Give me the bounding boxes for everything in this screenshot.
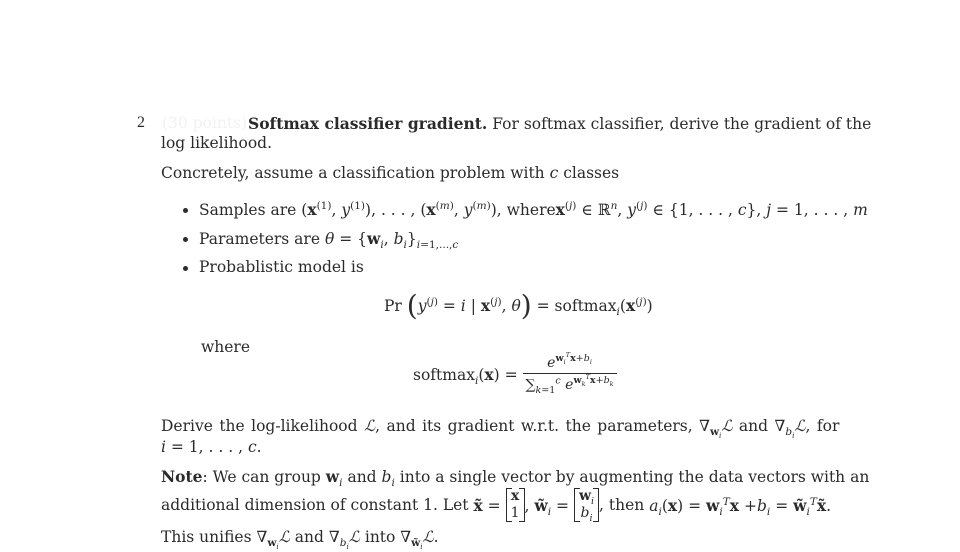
bullet-dot [183,208,188,213]
note-unifies: This unifies [161,528,252,546]
bullet-samples: Samples are (x(1), y(1)), . . . , (x(m),… [199,200,868,219]
model-equation: Pr (y(j) = i | x(j), θ) = softmaxi(x(j)) [384,289,653,322]
softmax-denominator: ∑k=1c ewkTx+bk [525,373,614,396]
samples-domain: x(j) ∈ ℝn, y(j) ∈ {1, . . . , c}, j = 1,… [555,199,868,219]
classes-var: c [549,164,559,182]
derive-for: , for [805,417,840,435]
problem-title: Softmax classifier gradient. [248,114,488,133]
note-and2: and [294,528,324,546]
softmax-numerator: ewiTx+bi [522,352,617,374]
x-tilde-matrix: x1 [505,488,525,522]
note-line3: This unifies ∇wiℒ and ∇biℒ into ∇w̃iℒ. [161,528,439,552]
bullet-model: Probablistic model is [199,258,364,276]
softmax-lhs: softmaxi(x) = [413,364,518,387]
problem-header: Softmax classifier gradient. For softmax… [248,114,871,133]
samples-math: (x(1), y(1)), . . . , (x(m), y(m)), [301,199,502,219]
note-into: into [364,528,396,546]
concretely-line: Concretely, assume a classification prob… [161,164,619,182]
problem-intro: For softmax classifier, derive the gradi… [492,115,872,133]
note-then: , then [599,496,645,514]
derive-text-b: , and its gradient w.r.t. the parameters… [375,417,693,435]
softmax-equation: softmaxi(x) = ewiTx+bi ∑k=1c ewkTx+bk [413,352,617,396]
derive-and: and [738,417,769,435]
concretely-tail: classes [563,164,620,182]
problem-intro-cont: log likelihood. [161,134,273,152]
softmax-fraction: ewiTx+bi ∑k=1c ewkTx+bk [522,352,617,396]
note-label: Note [161,467,203,486]
activation-math: ai(x) = wiTx +bi = w̃iTx̃. [649,495,832,518]
note-let: additional dimension of constant 1. Let [161,496,469,514]
note-text: : We can group [202,468,321,486]
note-text-c: into a single vector by augmenting the d… [399,468,870,486]
note-and: and [347,468,377,486]
points-label: (30 points) [162,114,248,132]
derive-line1: Derive the log-likelihood ℒ, and its gra… [161,417,840,441]
parameters-math: θ = {wi, bi}i=1,...,c [324,229,459,252]
samples-where: where [506,201,556,219]
derive-text: Derive the log-likelihood [161,417,358,435]
w-tilde-matrix: wi bi [573,488,600,523]
bullet-dot [183,237,188,242]
where-label: where [201,338,251,356]
note-line2: additional dimension of constant 1. Let … [161,488,832,524]
bullet-dot [183,266,188,271]
samples-label: Samples are [199,201,297,219]
bullet-parameters: Parameters are θ = {wi, bi}i=1,...,c [199,229,459,252]
parameters-label: Parameters are [199,230,321,248]
problem-number: 2 [137,114,145,131]
concretely-text: Concretely, assume a classification prob… [161,164,545,182]
derive-line2: i = 1, . . . , c. [161,438,262,456]
note-line1: Note: We can group wi and bi into a sing… [161,467,870,490]
